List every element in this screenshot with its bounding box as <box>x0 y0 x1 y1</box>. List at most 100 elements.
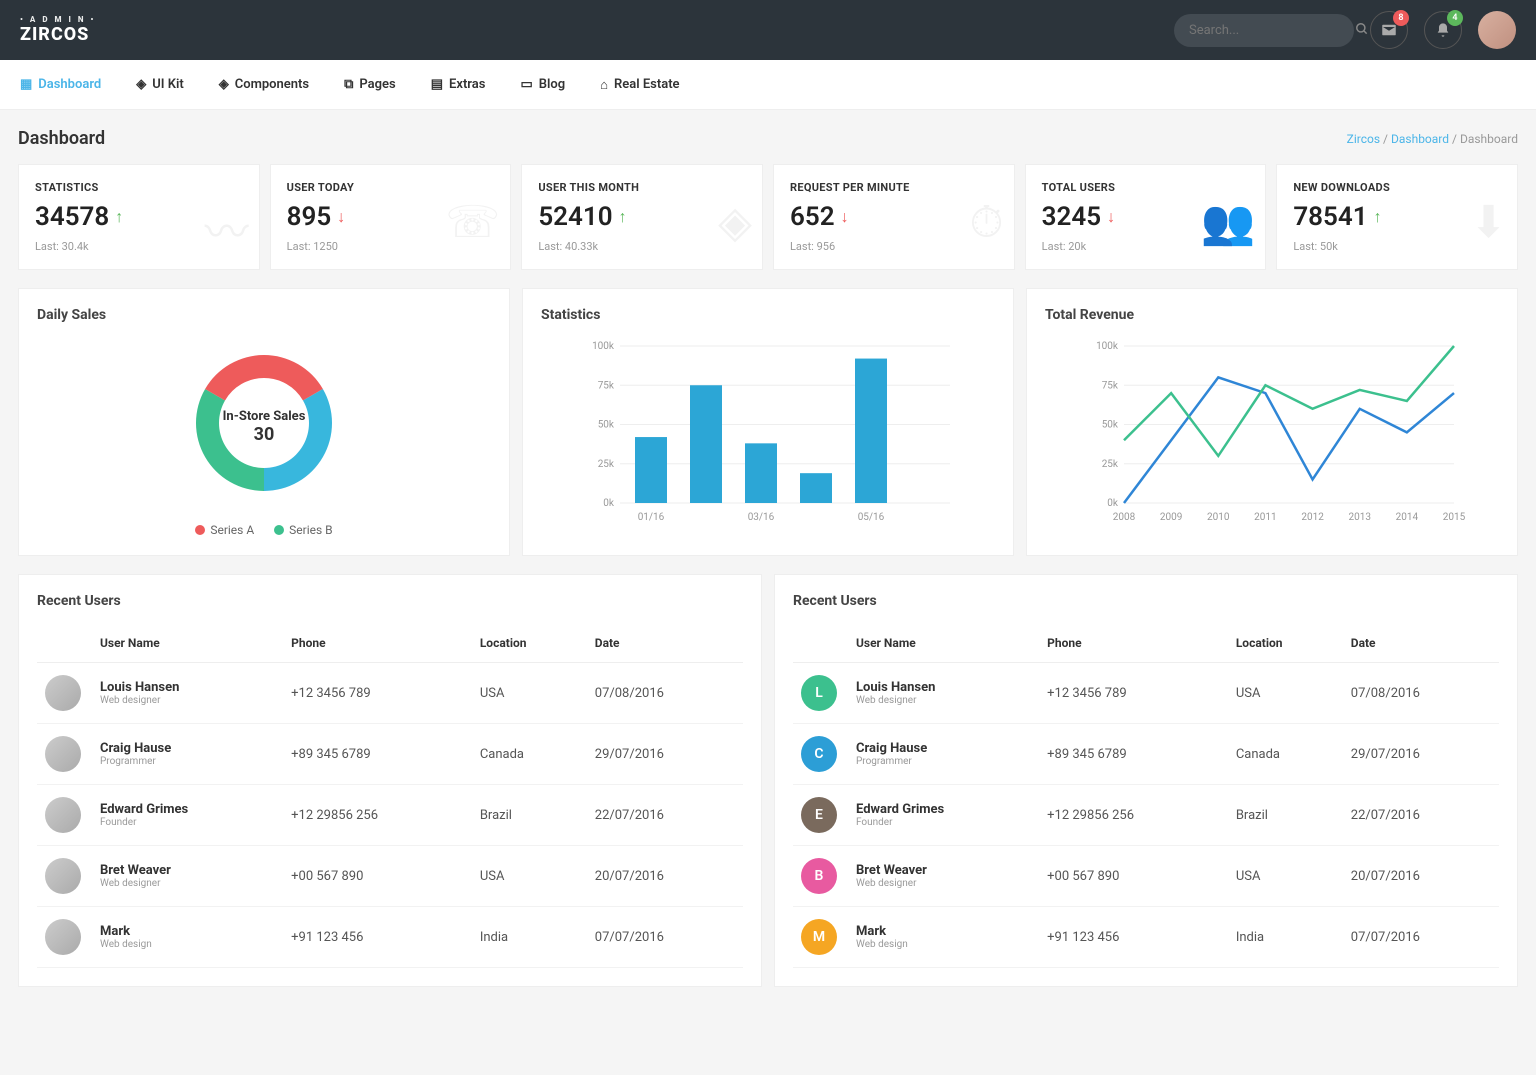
table-header <box>37 624 92 663</box>
bar-chart: 0k25k50k75k100k01/1603/1605/16 <box>541 338 995 528</box>
stat-bg-icon: ⬇ <box>1470 196 1507 248</box>
user-location: Brazil <box>1228 785 1343 846</box>
user-phone: +12 29856 256 <box>283 785 472 846</box>
nav-label: Pages <box>359 77 395 92</box>
nav-item-components[interactable]: ◈Components <box>219 77 309 92</box>
nav-item-dashboard[interactable]: ▦Dashboard <box>20 77 101 92</box>
stats-row: STATISTICS34578 ↑Last: 30.4k〰USER TODAY8… <box>18 164 1518 270</box>
table-row[interactable]: BBret WeaverWeb designer+00 567 890USA20… <box>793 846 1499 907</box>
user-date: 07/08/2016 <box>587 663 743 724</box>
svg-text:100k: 100k <box>592 341 615 352</box>
table-row[interactable]: MarkWeb design+91 123 456India07/07/2016 <box>37 907 743 968</box>
table-header <box>793 624 848 663</box>
user-name: Mark <box>856 924 1031 939</box>
user-avatar-img <box>45 797 81 833</box>
stat-bg-icon: ☏ <box>445 196 500 248</box>
user-role: Web design <box>856 939 1031 950</box>
notifications-button[interactable]: 4 <box>1424 11 1462 49</box>
stat-card: REQUEST PER MINUTE652 ↓Last: 956⏱ <box>773 164 1015 270</box>
stat-label: TOTAL USERS <box>1042 181 1250 194</box>
table-row[interactable]: Edward GrimesFounder+12 29856 256Brazil2… <box>37 785 743 846</box>
stat-value: 52410 ↑ <box>538 202 746 232</box>
user-date: 07/07/2016 <box>1343 907 1499 968</box>
table-row[interactable]: Louis HansenWeb designer+12 3456 789USA0… <box>37 663 743 724</box>
svg-text:30: 30 <box>254 424 275 445</box>
nav-item-extras[interactable]: ▤Extras <box>431 77 486 92</box>
brand-logo[interactable]: • A D M I N • ZIRCOS <box>20 16 96 45</box>
arrow-up-icon: ↑ <box>619 207 627 227</box>
arrow-up-icon: ↑ <box>1374 207 1382 227</box>
user-location: Canada <box>1228 724 1343 785</box>
user-phone: +12 3456 789 <box>1039 663 1228 724</box>
nav-label: Components <box>235 77 309 92</box>
user-avatar-img <box>45 919 81 955</box>
stat-value: 652 ↓ <box>790 202 998 232</box>
user-location: USA <box>1228 846 1343 907</box>
breadcrumb-mid[interactable]: Dashboard <box>1391 132 1449 146</box>
user-role: Founder <box>100 817 275 828</box>
svg-text:50k: 50k <box>1102 420 1119 431</box>
svg-text:2012: 2012 <box>1301 512 1324 523</box>
bell-badge: 4 <box>1447 10 1463 26</box>
user-avatar-img <box>45 858 81 894</box>
mail-button[interactable]: 8 <box>1370 11 1408 49</box>
table-row[interactable]: Bret WeaverWeb designer+00 567 890USA20/… <box>37 846 743 907</box>
bell-icon <box>1435 22 1451 38</box>
table-header: User Name <box>92 624 283 663</box>
table-header: Date <box>587 624 743 663</box>
svg-text:75k: 75k <box>598 380 615 391</box>
stat-bg-icon: ⏱ <box>969 196 1003 248</box>
svg-text:2015: 2015 <box>1443 512 1466 523</box>
user-phone: +12 29856 256 <box>1039 785 1228 846</box>
table-row[interactable]: CCraig HauseProgrammer+89 345 6789Canada… <box>793 724 1499 785</box>
recent-users-table: User NamePhoneLocationDate Louis HansenW… <box>37 624 743 968</box>
search-input[interactable] <box>1189 23 1355 38</box>
table-row[interactable]: Craig HauseProgrammer+89 345 6789Canada2… <box>37 724 743 785</box>
nav-item-blog[interactable]: ▭Blog <box>520 77 565 92</box>
user-name: Louis Hansen <box>100 680 275 695</box>
user-name: Bret Weaver <box>100 863 275 878</box>
nav-item-pages[interactable]: ⧉Pages <box>344 77 396 92</box>
breadcrumb-sep: / <box>1452 132 1460 146</box>
user-phone: +91 123 456 <box>283 907 472 968</box>
card-title: Total Revenue <box>1045 307 1499 323</box>
svg-text:25k: 25k <box>598 459 615 470</box>
nav-label: UI Kit <box>152 77 184 92</box>
user-role: Programmer <box>100 756 275 767</box>
svg-text:2008: 2008 <box>1113 512 1136 523</box>
user-role: Web designer <box>100 878 275 889</box>
user-phone: +89 345 6789 <box>283 724 472 785</box>
stat-label: REQUEST PER MINUTE <box>790 181 998 194</box>
recent-users-card-2: Recent Users User NamePhoneLocationDate … <box>774 574 1518 987</box>
legend-dot <box>274 525 284 535</box>
breadcrumb-root[interactable]: Zircos <box>1347 132 1380 146</box>
svg-text:0k: 0k <box>603 498 615 509</box>
stat-label: USER TODAY <box>287 181 495 194</box>
user-phone: +91 123 456 <box>1039 907 1228 968</box>
user-avatar-letter: E <box>801 797 837 833</box>
search-icon[interactable] <box>1355 21 1369 40</box>
svg-text:0k: 0k <box>1107 498 1119 509</box>
user-location: USA <box>1228 663 1343 724</box>
search-box[interactable] <box>1174 14 1354 47</box>
svg-text:2009: 2009 <box>1160 512 1182 523</box>
stat-label: USER THIS MONTH <box>538 181 746 194</box>
nav-item-real-estate[interactable]: ⌂Real Estate <box>600 77 679 93</box>
brand-name: ZIRCOS <box>20 24 89 45</box>
line-chart: 0k25k50k75k100k2008200920102011201220132… <box>1045 338 1499 528</box>
user-location: Canada <box>472 724 587 785</box>
table-row[interactable]: MMarkWeb design+91 123 456India07/07/201… <box>793 907 1499 968</box>
nav-icon: ▤ <box>431 77 443 92</box>
nav-item-ui-kit[interactable]: ◈UI Kit <box>136 77 184 92</box>
svg-text:25k: 25k <box>1102 459 1119 470</box>
legend-label: Series B <box>289 523 332 537</box>
table-row[interactable]: LLouis HansenWeb designer+12 3456 789USA… <box>793 663 1499 724</box>
stat-card: USER THIS MONTH52410 ↑Last: 40.33k◈ <box>521 164 763 270</box>
svg-text:2013: 2013 <box>1348 512 1370 523</box>
nav-label: Dashboard <box>38 77 101 92</box>
page-title: Dashboard <box>18 128 105 149</box>
user-phone: +00 567 890 <box>1039 846 1228 907</box>
user-avatar[interactable] <box>1478 11 1516 49</box>
table-row[interactable]: EEdward GrimesFounder+12 29856 256Brazil… <box>793 785 1499 846</box>
nav-label: Real Estate <box>614 77 680 92</box>
